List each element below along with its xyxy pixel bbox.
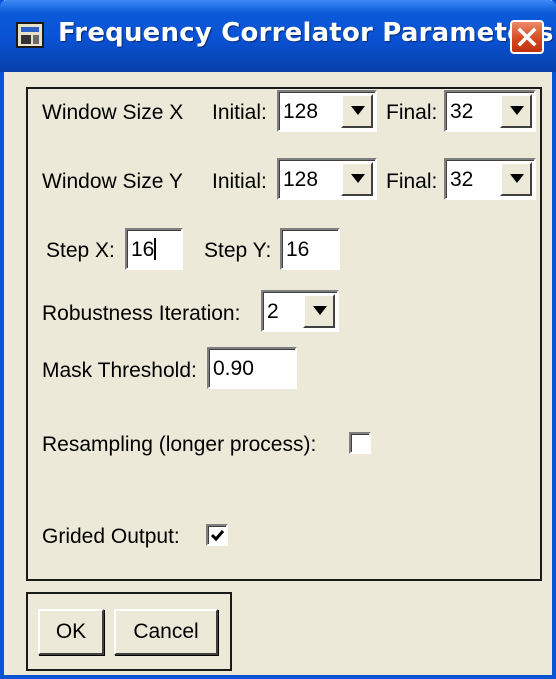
robustness-iteration-label: Robustness Iteration: <box>42 302 241 325</box>
window-size-x-initial-label: Initial: <box>212 101 267 124</box>
window-size-y-initial-label: Initial: <box>212 170 267 193</box>
robustness-iteration-dropdown-button[interactable] <box>303 294 335 328</box>
window-size-x-final-dropdown-button[interactable] <box>500 94 532 128</box>
window-size-x-initial-dropdown-button[interactable] <box>341 94 373 128</box>
window-size-x-final-label: Final: <box>386 101 438 124</box>
dialog-window: Frequency Correlator Parameters Window S… <box>0 0 556 679</box>
step-x-label: Step X: <box>46 239 115 262</box>
cancel-button[interactable]: Cancel <box>114 609 218 655</box>
checkmark-icon <box>210 530 225 542</box>
window-title: Frequency Correlator Parameters <box>58 18 554 48</box>
step-x-value: 16 <box>131 238 155 261</box>
title-bar[interactable]: Frequency Correlator Parameters <box>0 0 556 72</box>
window-size-y-label: Window Size Y <box>42 170 183 193</box>
chevron-down-icon <box>351 174 365 183</box>
step-y-value: 16 <box>286 238 310 261</box>
mask-threshold-input[interactable]: 0.90 <box>207 347 297 389</box>
text-caret <box>154 238 157 260</box>
window-size-x-final-value: 32 <box>450 100 474 123</box>
window-size-y-final-dropdown-button[interactable] <box>500 162 532 196</box>
mask-threshold-label: Mask Threshold: <box>42 359 197 382</box>
window-size-x-initial-select[interactable]: 128 <box>277 90 377 132</box>
step-x-input[interactable]: 16 <box>125 228 183 270</box>
window-size-x-initial-value: 128 <box>283 100 319 123</box>
resampling-label: Resampling (longer process): <box>42 433 317 456</box>
mask-threshold-value: 0.90 <box>213 357 254 380</box>
window-size-y-initial-value: 128 <box>283 168 319 191</box>
window-size-y-initial-select[interactable]: 128 <box>277 158 377 200</box>
chevron-down-icon <box>351 106 365 115</box>
step-y-input[interactable]: 16 <box>280 228 340 270</box>
close-icon <box>517 27 537 47</box>
chevron-down-icon <box>510 106 524 115</box>
robustness-iteration-value: 2 <box>267 300 279 323</box>
step-y-label: Step Y: <box>204 239 272 262</box>
close-button[interactable] <box>510 20 544 54</box>
chevron-down-icon <box>313 306 327 315</box>
resampling-checkbox[interactable] <box>349 432 371 454</box>
window-size-x-final-select[interactable]: 32 <box>444 90 536 132</box>
grided-output-label: Grided Output: <box>42 525 180 548</box>
grided-output-checkbox[interactable] <box>206 524 228 546</box>
window-size-y-initial-dropdown-button[interactable] <box>341 162 373 196</box>
chevron-down-icon <box>510 174 524 183</box>
dialog-app-icon <box>16 22 44 48</box>
window-size-x-label: Window Size X <box>42 101 184 124</box>
ok-button[interactable]: OK <box>38 609 104 655</box>
window-size-y-final-select[interactable]: 32 <box>444 158 536 200</box>
robustness-iteration-select[interactable]: 2 <box>261 290 339 332</box>
window-size-y-final-label: Final: <box>386 170 438 193</box>
window-size-y-final-value: 32 <box>450 168 474 191</box>
